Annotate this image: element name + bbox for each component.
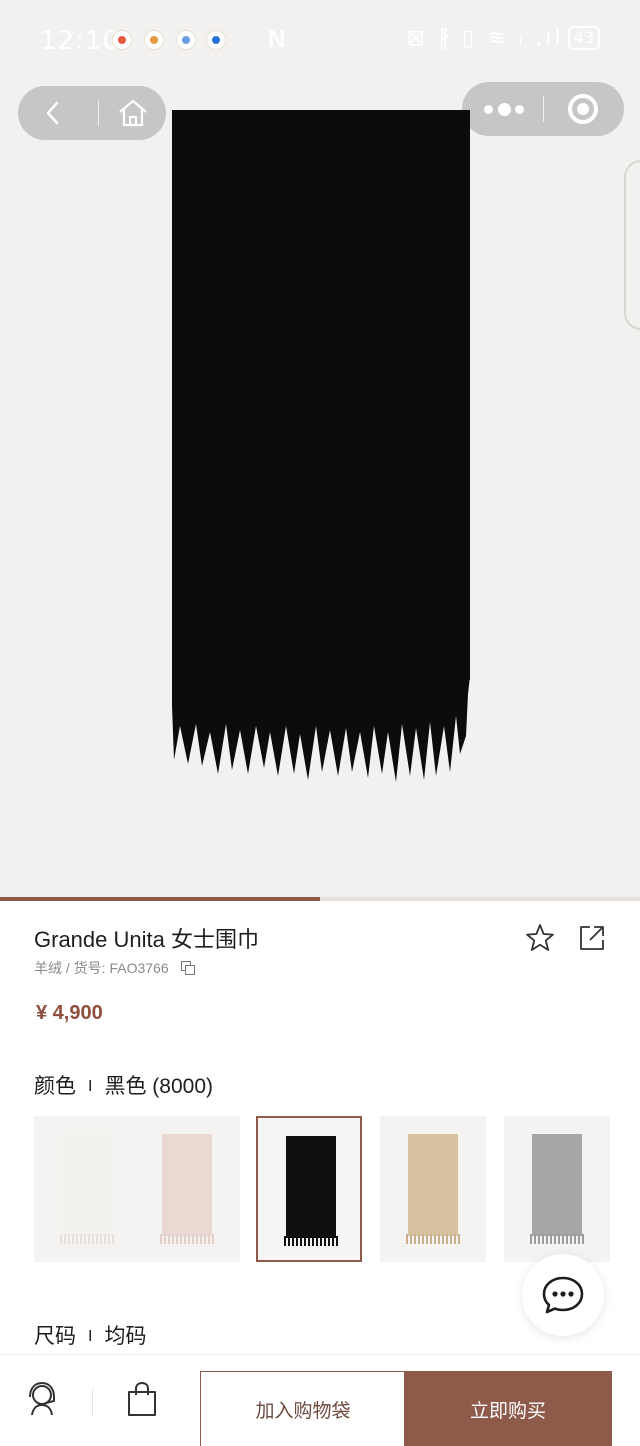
swatch-scarf-fringe bbox=[530, 1234, 584, 1244]
home-icon bbox=[119, 99, 147, 127]
swatch-scarf-fringe bbox=[160, 1234, 214, 1244]
status-indicators: ⊠ ∦ ▯ ≋ ᵢ .ıl 43 bbox=[407, 26, 600, 51]
color-label: 颜色 bbox=[34, 1075, 76, 1098]
size-selector-label: 尺码 I 均码 bbox=[34, 1320, 146, 1350]
gallery-progress-fill bbox=[0, 897, 320, 901]
star-icon bbox=[526, 924, 554, 951]
gallery-progress-track bbox=[0, 897, 640, 901]
swatch-scarf-image bbox=[286, 1136, 336, 1238]
size-value: 均码 bbox=[104, 1325, 147, 1348]
bar-divider bbox=[92, 1389, 93, 1415]
notification-app-icon bbox=[144, 30, 164, 50]
swatch-scarf-image bbox=[162, 1134, 212, 1236]
swatch-scarf-fringe bbox=[60, 1234, 114, 1244]
swatch-scarf-fringe bbox=[406, 1234, 460, 1244]
status-time: 12:10 bbox=[40, 26, 120, 56]
battery-icon: 43 bbox=[567, 26, 600, 50]
color-swatch[interactable] bbox=[380, 1116, 486, 1262]
notification-app-icon bbox=[206, 30, 226, 50]
chat-bubble-icon bbox=[542, 1276, 584, 1314]
color-swatch[interactable] bbox=[134, 1116, 240, 1262]
capsule-divider bbox=[543, 96, 544, 122]
color-swatch[interactable] bbox=[504, 1116, 610, 1262]
favorite-button[interactable] bbox=[524, 922, 556, 954]
app-dot bbox=[212, 36, 220, 44]
color-swatch[interactable] bbox=[256, 1116, 362, 1262]
signal-icons: ⊠ ∦ ▯ ≋ ᵢ .ıl bbox=[406, 26, 564, 51]
notification-app-icon bbox=[176, 30, 196, 50]
swatch-scarf-image bbox=[408, 1134, 458, 1236]
color-swatch[interactable] bbox=[34, 1116, 140, 1262]
mini-program-capsule bbox=[462, 82, 624, 136]
shopping-bag-button[interactable] bbox=[120, 1377, 164, 1421]
more-dots-icon[interactable] bbox=[484, 102, 524, 116]
share-button[interactable] bbox=[576, 922, 608, 954]
label-separator: I bbox=[88, 1078, 93, 1095]
scarf-fringe bbox=[172, 676, 470, 782]
swatch-scarf-fringe bbox=[284, 1236, 338, 1246]
swatch-scarf-image bbox=[62, 1134, 112, 1236]
app-dot bbox=[118, 36, 126, 44]
product-price: ¥ 4,900 bbox=[36, 1002, 103, 1024]
color-value: 黑色 (8000) bbox=[104, 1075, 213, 1098]
bottom-action-bar: 加入购物袋 立即购买 bbox=[0, 1354, 640, 1446]
size-label: 尺码 bbox=[34, 1325, 76, 1348]
home-button[interactable] bbox=[98, 86, 168, 140]
product-meta: 羊绒 / 货号: FAO3766 bbox=[34, 958, 195, 978]
app-dot bbox=[182, 36, 190, 44]
target-circle-icon[interactable] bbox=[568, 94, 598, 124]
chevron-left-icon bbox=[46, 101, 59, 125]
next-image-peek[interactable] bbox=[624, 160, 640, 330]
notification-app-icon bbox=[112, 30, 132, 50]
product-image-gallery[interactable]: 12:10 N ⊠ ∦ ▯ ≋ ᵢ .ıl 43 bbox=[0, 0, 640, 898]
add-to-bag-button[interactable]: 加入购物袋 bbox=[200, 1371, 406, 1446]
app-dot bbox=[150, 36, 158, 44]
label-separator: I bbox=[88, 1328, 93, 1345]
nav-capsule bbox=[18, 86, 166, 140]
swatch-scarf-image bbox=[532, 1134, 582, 1236]
chat-button[interactable] bbox=[522, 1254, 604, 1336]
customer-service-icon bbox=[29, 1381, 55, 1416]
status-bar: 12:10 N ⊠ ∦ ▯ ≋ ᵢ .ıl 43 bbox=[0, 0, 640, 80]
shopping-bag-icon bbox=[128, 1381, 156, 1416]
product-material-sku: 羊绒 / 货号: FAO3766 bbox=[34, 960, 169, 976]
share-icon bbox=[580, 926, 604, 950]
product-title: Grande Unita 女士围巾 bbox=[34, 927, 259, 952]
nfc-icon: N bbox=[268, 26, 286, 53]
buy-now-button[interactable]: 立即购买 bbox=[404, 1371, 612, 1446]
scarf-image bbox=[172, 110, 470, 680]
color-selector-label: 颜色 I 黑色 (8000) bbox=[34, 1070, 213, 1100]
back-button[interactable] bbox=[18, 86, 88, 140]
copy-icon[interactable] bbox=[180, 961, 195, 975]
customer-service-button[interactable] bbox=[20, 1377, 64, 1421]
